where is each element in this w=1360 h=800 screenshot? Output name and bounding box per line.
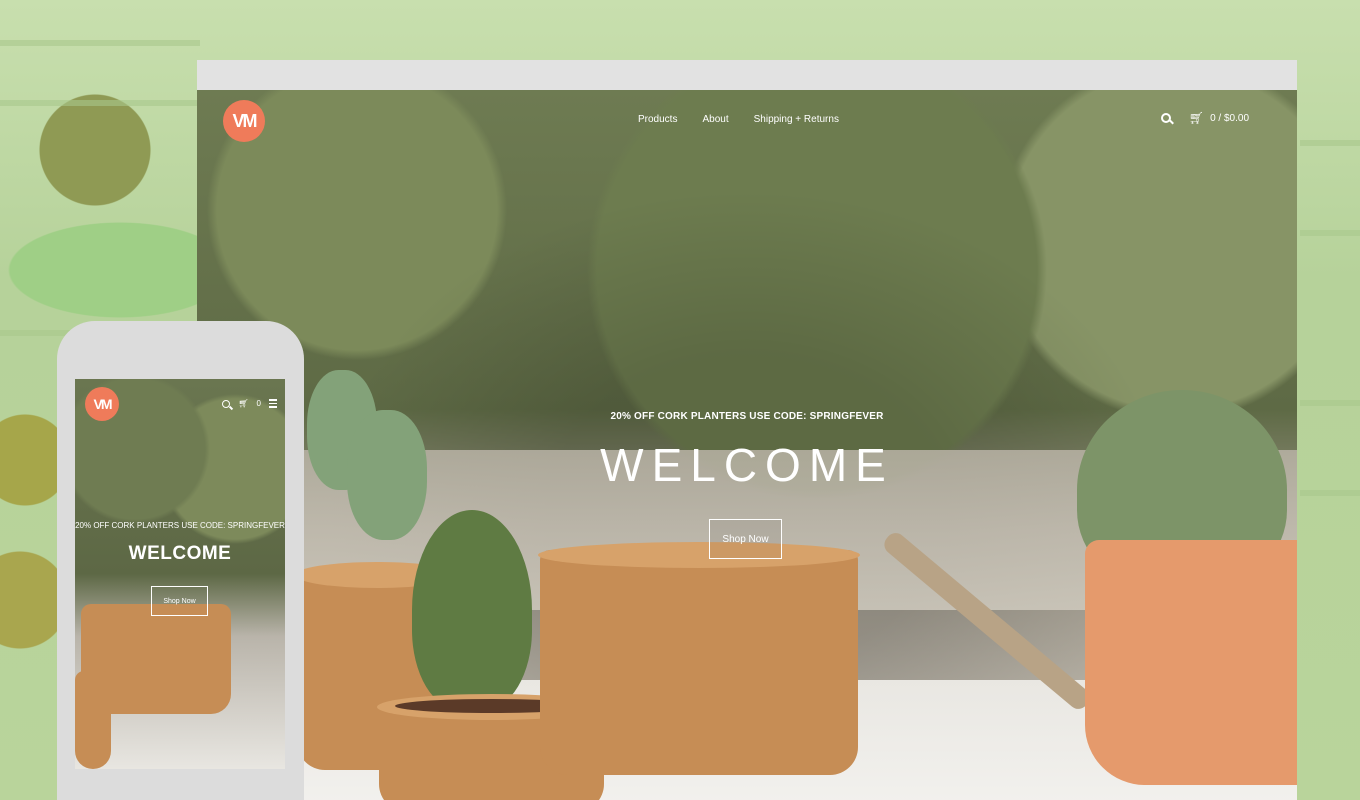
desktop-browser-mockup: VM Products About Shipping + Returns 🛒︎ … — [197, 60, 1297, 800]
mobile-promo-text: 20% OFF CORK PLANTERS USE CODE: SPRINGFE… — [75, 521, 285, 530]
nav-products[interactable]: Products — [638, 114, 677, 125]
browser-chrome — [197, 60, 1297, 90]
mobile-shop-now-button[interactable]: Shop Now — [151, 586, 208, 616]
rosemary-plant — [412, 510, 532, 710]
menu-icon[interactable] — [269, 399, 277, 408]
mobile-cork-pot-small — [75, 671, 111, 769]
nav-about[interactable]: About — [702, 114, 728, 125]
hero-title: WELCOME — [600, 439, 894, 491]
search-icon[interactable] — [1160, 113, 1171, 123]
cork-pot-large — [538, 542, 860, 775]
terracotta-pot — [1085, 540, 1297, 785]
mobile-phone-mockup: VM 🛒︎ 0 20% OFF CORK PLANTERS USE CODE: … — [57, 321, 304, 800]
cart-link[interactable]: 🛒︎ 0 / $0.00 — [1189, 112, 1249, 124]
cart-icon: 🛒︎ — [1188, 111, 1205, 125]
mobile-brand-logo[interactable]: VM — [85, 387, 119, 421]
brand-logo[interactable]: VM — [223, 100, 265, 142]
search-icon[interactable] — [222, 399, 231, 408]
mobile-cart-count: 0 — [256, 399, 261, 408]
mobile-header-actions: 🛒︎ 0 — [222, 399, 277, 408]
hero-section: VM Products About Shipping + Returns 🛒︎ … — [197, 90, 1297, 800]
shop-now-button[interactable]: Shop Now — [709, 519, 782, 559]
cart-summary: 0 / $0.00 — [1210, 112, 1249, 124]
header-actions: 🛒︎ 0 / $0.00 — [1160, 112, 1249, 124]
promo-text: 20% OFF CORK PLANTERS USE CODE: SPRINGFE… — [610, 411, 884, 422]
mobile-hero-title: WELCOME — [128, 543, 232, 564]
nav-shipping-returns[interactable]: Shipping + Returns — [754, 114, 839, 125]
mobile-screen: VM 🛒︎ 0 20% OFF CORK PLANTERS USE CODE: … — [75, 379, 285, 769]
main-nav: Products About Shipping + Returns — [638, 114, 864, 125]
cart-icon[interactable]: 🛒︎ — [238, 399, 248, 408]
